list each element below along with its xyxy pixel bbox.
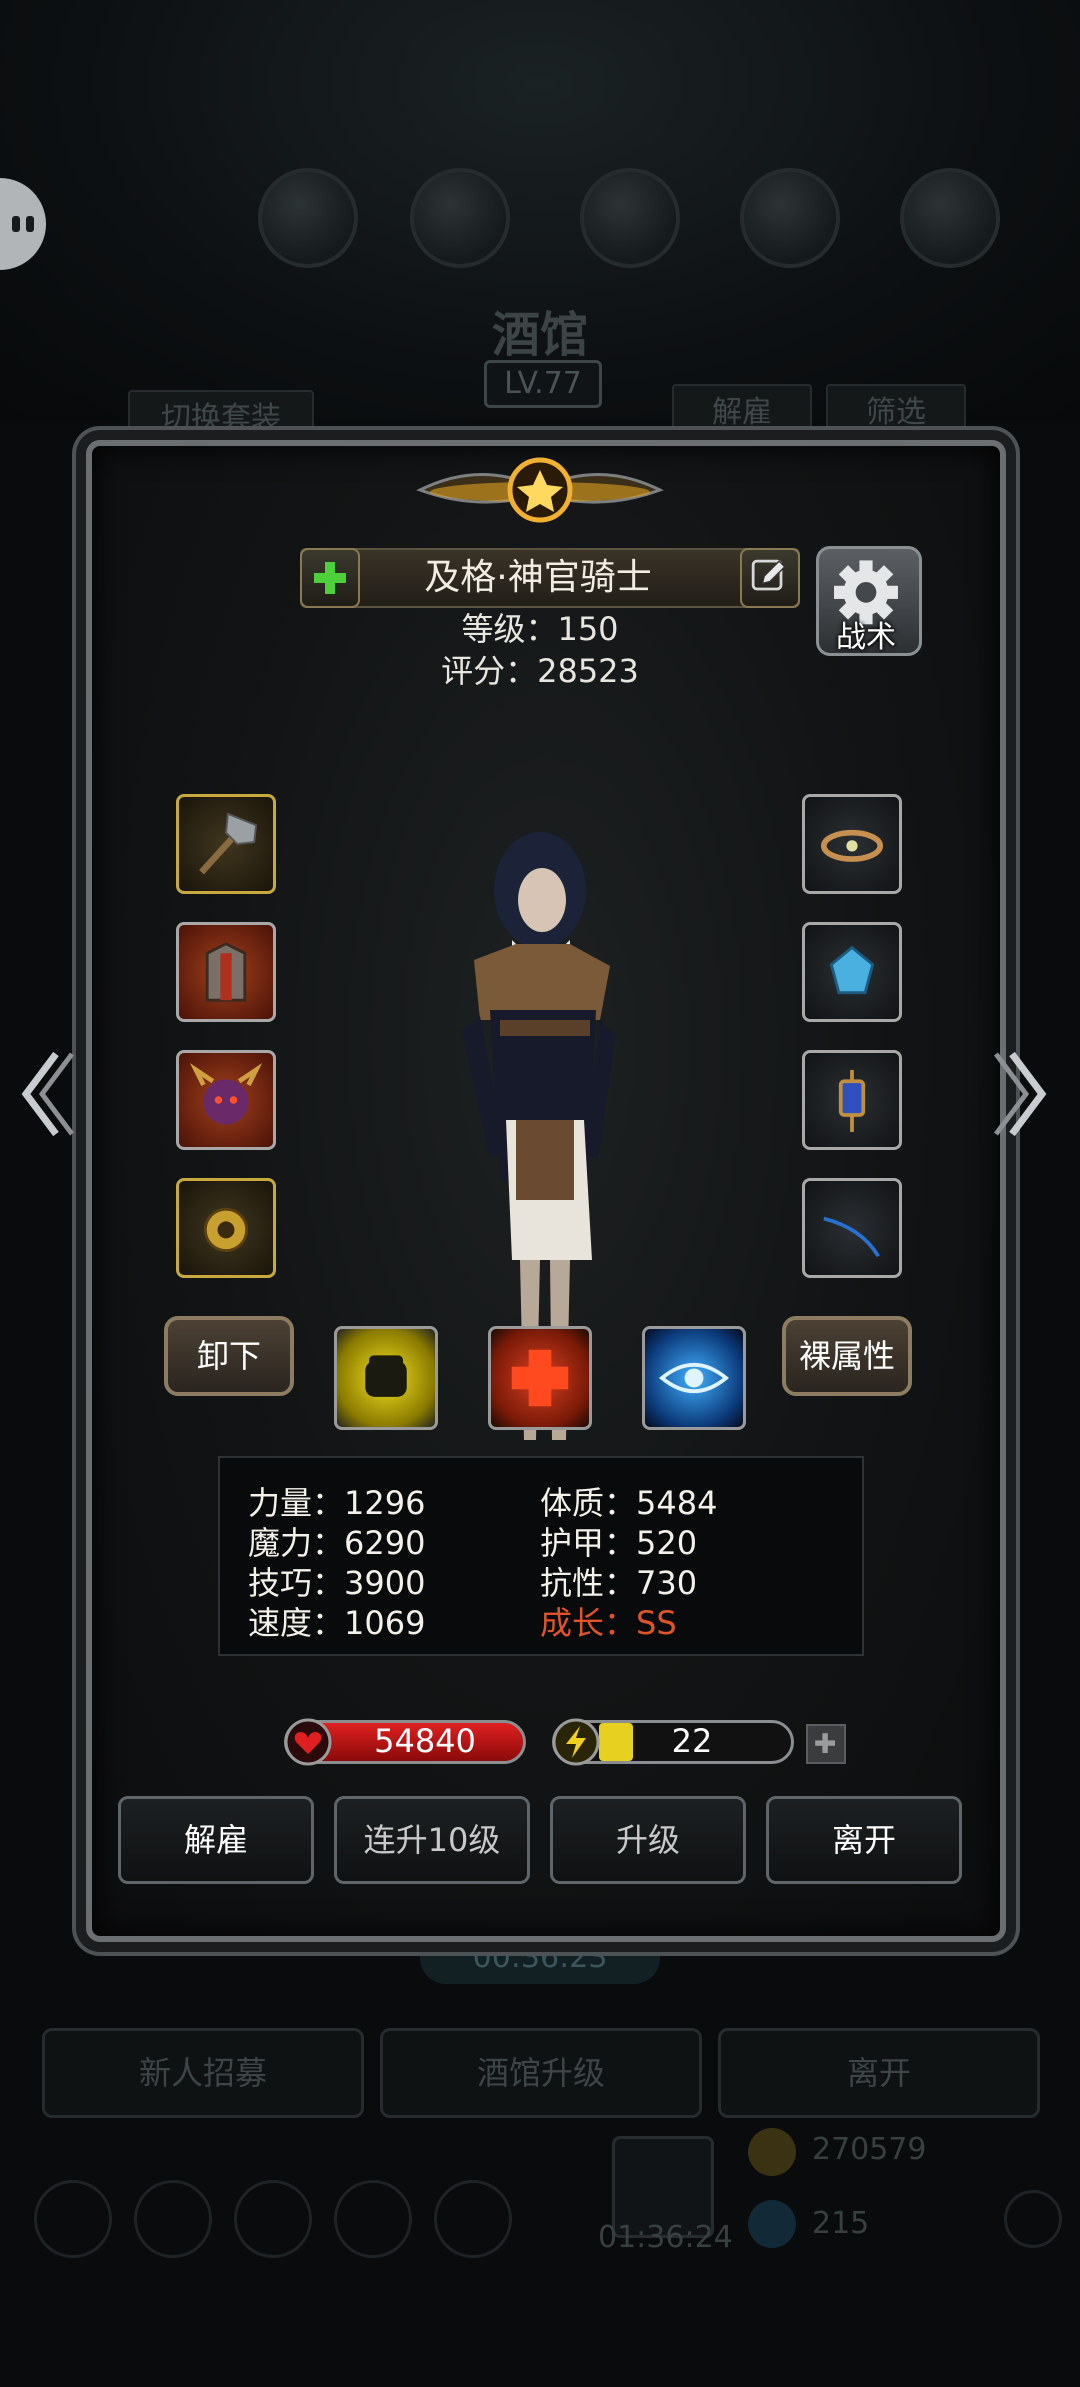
bottom-right-icon[interactable] (1004, 2190, 1062, 2248)
gem-amount: 215 (812, 2206, 870, 2241)
hero-score: 评分：28523 (441, 652, 639, 690)
edit-name-button[interactable] (740, 548, 800, 608)
ring-icon (820, 829, 884, 862)
tavern-title: 酒馆 (491, 307, 588, 363)
equip-slot-helm[interactable] (176, 1050, 276, 1150)
tactic-label: 战术 (836, 620, 896, 655)
recruit-button[interactable]: 新人招募 (42, 2028, 364, 2118)
bg-shortcut-4[interactable] (740, 168, 840, 268)
bg-timer-2: 01:36:24 (598, 2220, 733, 2255)
pencil-icon (751, 559, 786, 591)
bg-shortcut-3[interactable] (580, 168, 680, 268)
bg-shortcut-1[interactable] (258, 168, 358, 268)
level-up-10-button[interactable]: 连升10级 (334, 1796, 530, 1884)
fist-icon (365, 1355, 407, 1397)
gem-icon (748, 2200, 796, 2248)
red-cross-icon (511, 1349, 569, 1407)
leave-button[interactable]: 离开 (766, 1796, 962, 1884)
tavern-level: LV.77 (484, 360, 602, 408)
eye-icon (658, 1363, 730, 1393)
skill-slot-3[interactable] (642, 1326, 746, 1430)
hero-level: 等级：150 (461, 610, 619, 648)
bg-leave-button[interactable]: 离开 (718, 2028, 1040, 2118)
bottom-nav-2-icon[interactable] (134, 2180, 212, 2258)
equip-slot-weapon[interactable] (176, 794, 276, 894)
equip-slot-lantern[interactable] (802, 1050, 902, 1150)
dismiss-button[interactable]: 解雇 (118, 1796, 314, 1884)
skill-slot-2[interactable] (488, 1326, 592, 1430)
add-energy-button[interactable] (806, 1724, 846, 1764)
blue-slash-icon (823, 1216, 880, 1258)
naked-stats-button[interactable]: 裸属性 (782, 1316, 912, 1396)
energy-value: 22 (671, 1722, 713, 1760)
add-button[interactable] (300, 548, 360, 608)
upgrade-button[interactable]: 升级 (550, 1796, 746, 1884)
skill-slot-1[interactable] (334, 1326, 438, 1430)
crystal-icon (829, 945, 875, 995)
equip-slot-gem[interactable] (802, 922, 902, 1022)
bottom-nav-3-icon[interactable] (234, 2180, 312, 2258)
bg-shortcut-5[interactable] (900, 168, 1000, 268)
next-hero-arrow-icon[interactable] (992, 1044, 1052, 1144)
gold-coin-icon (748, 2128, 796, 2176)
bg-shortcut-2[interactable] (410, 168, 510, 268)
heart-icon (284, 1718, 332, 1766)
unequip-button[interactable]: 卸下 (164, 1316, 294, 1396)
equip-slot-armor[interactable] (176, 922, 276, 1022)
bottom-nav-1-icon[interactable] (34, 2180, 112, 2258)
stat-speed: 速度：1069 (248, 1604, 426, 1642)
mace-icon (199, 812, 258, 875)
equip-slot-wing[interactable] (802, 1178, 902, 1278)
prev-hero-arrow-icon[interactable] (16, 1044, 76, 1144)
equip-slot-ring[interactable] (802, 794, 902, 894)
stat-growth: 成长：SS (540, 1604, 677, 1642)
lightning-icon (552, 1718, 600, 1766)
bottom-nav-4-icon[interactable] (334, 2180, 412, 2258)
gold-amount: 270579 (812, 2132, 927, 2167)
demon-helm-icon (189, 1063, 263, 1125)
armor-icon (205, 942, 247, 1002)
tavern-upgrade-button[interactable]: 酒馆升级 (380, 2028, 702, 2118)
bottom-nav-5-icon[interactable] (434, 2180, 512, 2258)
hp-value: 54840 (374, 1722, 476, 1760)
equip-slot-accessory[interactable] (176, 1178, 276, 1278)
filter-tab[interactable]: 筛选 (826, 384, 966, 442)
dismiss-tab[interactable]: 解雇 (672, 384, 812, 442)
hero-name: 及格·神官骑士 (424, 557, 652, 598)
plus-icon (815, 1733, 835, 1753)
lantern-icon (838, 1069, 866, 1132)
amulet-icon (203, 1207, 249, 1252)
crest-emblem-icon (416, 457, 664, 523)
